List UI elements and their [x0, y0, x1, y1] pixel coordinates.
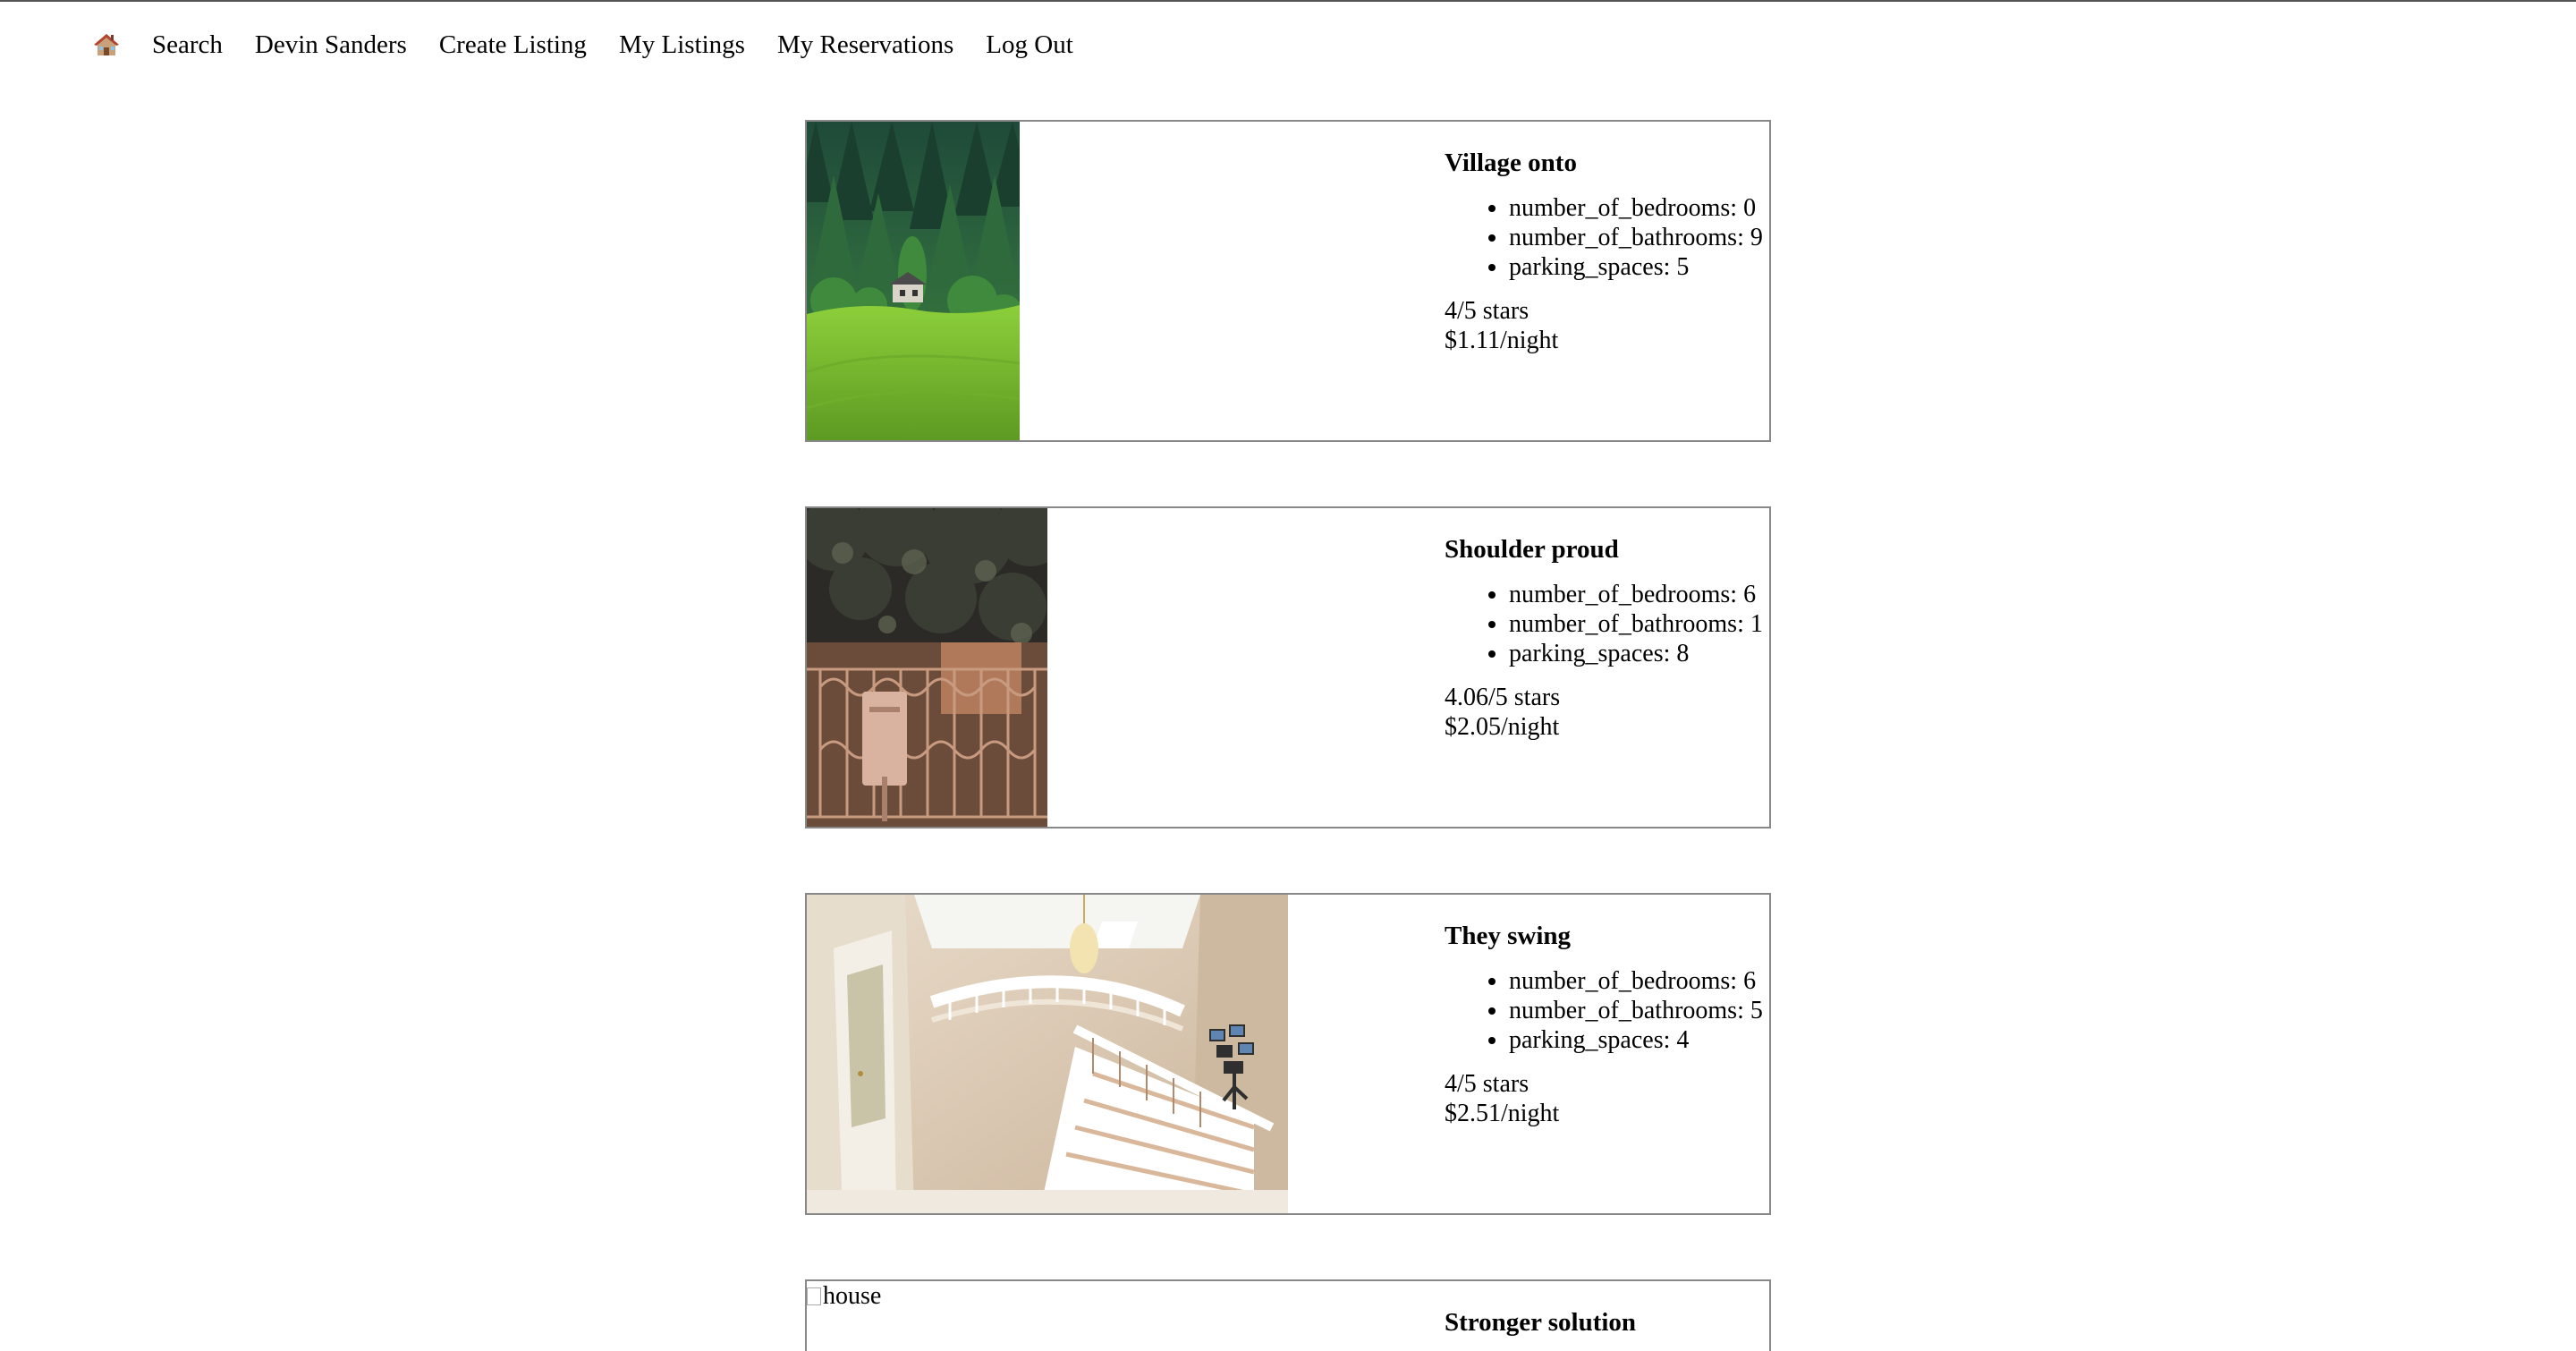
nav-log-out-link[interactable]: Log Out: [986, 27, 1072, 63]
listing-info: Shoulder proud number_of_bedrooms: 6 num…: [1445, 533, 1769, 742]
forest-house-photo: [807, 122, 1020, 440]
listing-price: $2.51/night: [1445, 1100, 1560, 1127]
listing-card[interactable]: Village onto number_of_bedrooms: 0 numbe…: [805, 120, 1771, 442]
top-nav: Search Devin Sanders Create Listing My L…: [93, 27, 1106, 63]
listing-info: Village onto number_of_bedrooms: 0 numbe…: [1445, 147, 1769, 355]
feature-bathrooms: number_of_bathrooms: 1: [1509, 609, 1769, 639]
feature-parking: parking_spaces: 4: [1509, 1025, 1769, 1055]
listing-card[interactable]: Shoulder proud number_of_bedrooms: 6 num…: [805, 506, 1771, 828]
house-emoji-icon[interactable]: [93, 31, 120, 58]
nav-search-link[interactable]: Search: [152, 27, 223, 63]
nav-user-profile-link[interactable]: Devin Sanders: [255, 27, 407, 63]
feature-parking: parking_spaces: 8: [1509, 639, 1769, 668]
listing-info: They swing number_of_bedrooms: 6 number_…: [1445, 920, 1769, 1128]
listing-title: They swing: [1445, 922, 1572, 950]
gate-mailbox-photo: [807, 508, 1047, 827]
feature-bedrooms: number_of_bedrooms: 6: [1509, 966, 1769, 996]
listing-features: number_of_bedrooms: 6 number_of_bathroom…: [1445, 580, 1769, 668]
listing-title: Stronger solution: [1445, 1308, 1637, 1337]
listing-info: Stronger solution: [1445, 1306, 1769, 1351]
feature-parking: parking_spaces: 5: [1509, 252, 1769, 282]
listing-price: $1.11/night: [1445, 327, 1559, 354]
feature-bathrooms: number_of_bathrooms: 9: [1509, 223, 1769, 252]
broken-image-icon: [807, 1287, 821, 1305]
nav-my-listings-link[interactable]: My Listings: [619, 27, 745, 63]
nav-my-reservations-link[interactable]: My Reservations: [777, 27, 953, 63]
listing-features: number_of_bedrooms: 0 number_of_bathroom…: [1445, 193, 1769, 282]
listing-title: Village onto: [1445, 149, 1577, 177]
listing-rating: 4/5 stars: [1445, 1070, 1530, 1098]
nav-create-listing-link[interactable]: Create Listing: [439, 27, 587, 63]
browser-viewport: Search Devin Sanders Create Listing My L…: [0, 0, 2576, 1351]
listing-rating: 4.06/5 stars: [1445, 684, 1561, 711]
listing-title: Shoulder proud: [1445, 535, 1619, 564]
listing-price: $2.05/night: [1445, 713, 1560, 741]
staircase-interior-photo: [807, 895, 1288, 1213]
image-alt-text: house: [823, 1282, 882, 1310]
feature-bedrooms: number_of_bedrooms: 6: [1509, 580, 1769, 609]
feature-bathrooms: number_of_bathrooms: 5: [1509, 996, 1769, 1025]
broken-image-placeholder: house: [807, 1281, 881, 1312]
feature-bedrooms: number_of_bedrooms: 0: [1509, 193, 1769, 223]
listing-card[interactable]: house Stronger solution: [805, 1279, 1771, 1351]
listing-rating: 4/5 stars: [1445, 297, 1530, 325]
listing-features: number_of_bedrooms: 6 number_of_bathroom…: [1445, 966, 1769, 1055]
listing-card[interactable]: They swing number_of_bedrooms: 6 number_…: [805, 893, 1771, 1215]
